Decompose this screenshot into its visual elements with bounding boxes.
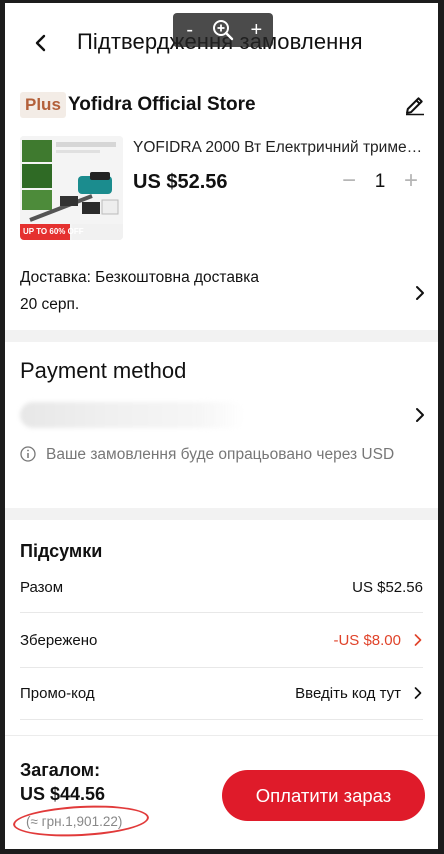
store-name[interactable]: Yofidra Official Store [68,94,256,116]
row-divider [20,612,423,613]
product-image[interactable]: UP TO 60% OFF [20,136,123,240]
info-icon [20,446,36,462]
quantity-value[interactable]: 1 [367,171,393,193]
pencil-icon [406,97,424,116]
product-price: US $52.56 [133,171,228,193]
blurred-card-info [20,402,245,428]
payment-note-text: Ваше замовлення буде опрацьовано через U… [46,446,395,463]
payment-method-selector[interactable] [20,399,430,431]
summary-title: Підсумки [20,541,103,561]
summary-row-promo[interactable]: Промо-код Введіть код тут [20,679,423,709]
row-divider [20,719,423,720]
decrease-quantity-button[interactable]: − [337,167,361,197]
promo-input-hint[interactable]: Введіть код тут [295,685,401,702]
delivery-date: 20 серп. [20,296,80,313]
edit-button[interactable] [403,93,427,117]
row-divider [20,667,423,668]
header-bar: Підтвердження замовлення - + [5,3,438,81]
subtotal-label: Разом [20,579,64,596]
arrow-left-icon [35,34,46,52]
summary-row-subtotal: Разом US $52.56 [20,573,423,603]
chevron-right-icon [416,286,424,300]
chevron-right-icon [414,634,422,646]
magnifier-plus-icon [212,20,234,41]
chevron-right-icon [416,408,424,422]
zoom-out-button[interactable]: - [176,16,204,44]
increase-quantity-button[interactable]: + [399,167,423,197]
zoom-toolbar: - + [173,13,273,47]
promo-label: Промо-код [20,685,95,702]
section-divider [5,330,438,342]
checkout-footer: Загалом: US $44.56 (≈ грн.1,901.22) Опла… [5,735,438,849]
total-label: Загалом: [20,760,101,780]
summary-row-saved[interactable]: Збережено -US $8.00 [20,626,423,656]
checkout-screen: Підтвердження замовлення - + Plus Yofidr… [5,3,438,849]
plus-badge: Plus [20,92,66,118]
payment-title: Payment method [20,358,187,383]
section-divider [5,508,438,520]
delivery-label: Доставка: Безкоштовна доставка [20,269,259,286]
product-image-badge: UP TO 60% OFF [23,227,84,236]
delivery-row[interactable]: Доставка: Безкоштовна доставка 20 серп. [20,265,430,321]
product-title[interactable]: YOFIDRA 2000 Вт Електричний тример ... [133,139,423,157]
zoom-reset-button[interactable] [209,16,237,44]
quantity-stepper: − 1 + [337,167,423,197]
total-uah-value: (≈ грн.1,901.22) [26,814,123,829]
saved-label: Збережено [20,632,98,649]
subtotal-value: US $52.56 [352,579,423,596]
trimmer-product-thumbnail [20,136,123,240]
back-button[interactable] [27,29,55,57]
saved-value: -US $8.00 [333,632,401,649]
chevron-right-icon [414,687,422,699]
zoom-in-button[interactable]: + [242,16,270,44]
pay-now-button[interactable]: Оплатити зараз [222,770,425,821]
total-value: US $44.56 [20,784,106,804]
store-row: Plus Yofidra Official Store [20,91,430,121]
